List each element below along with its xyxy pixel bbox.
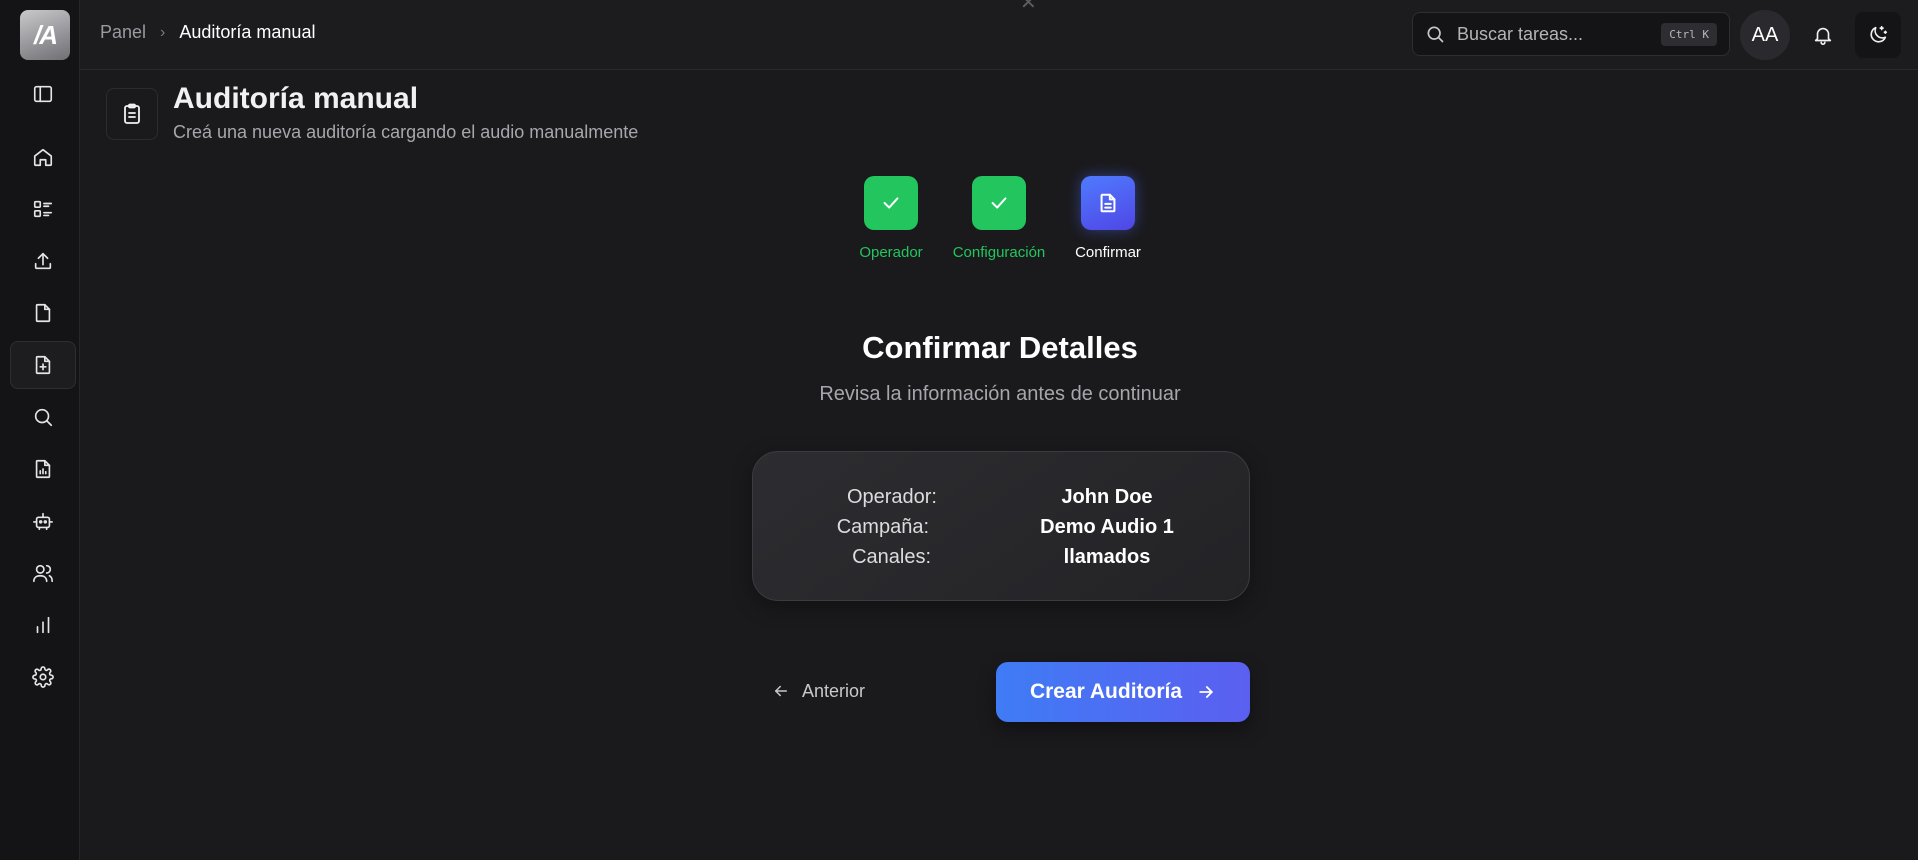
page-title: Auditoría manual: [173, 82, 419, 115]
users-icon: [33, 564, 53, 583]
breadcrumb: Panel › Auditoría manual: [100, 22, 315, 43]
file-icon: [35, 303, 51, 323]
step-label: Configuración: [952, 244, 1046, 261]
confirm-title: Confirmar Detalles: [862, 330, 1138, 365]
breadcrumb-link-panel[interactable]: Panel: [100, 22, 146, 43]
sidebar-item-settings[interactable]: [10, 653, 76, 701]
detail-row-operador: Operador: John Doe: [753, 486, 1251, 516]
previous-button[interactable]: Anterior: [772, 668, 865, 714]
detail-row-campana: Campaña: Demo Audio 1: [753, 516, 1251, 546]
avatar[interactable]: AA: [1740, 10, 1790, 60]
sidebar-item-users[interactable]: [10, 549, 76, 597]
sidebar-toggle-icon: [33, 85, 53, 103]
chevron-right-icon: ›: [160, 23, 166, 41]
app-logo[interactable]: /A: [20, 10, 70, 60]
file-chart-icon: [35, 459, 51, 479]
bar-chart-icon: [36, 616, 50, 634]
sidebar-item-robot[interactable]: [10, 497, 76, 545]
close-icon[interactable]: ✕: [1020, 0, 1037, 15]
search-box[interactable]: Ctrl K: [1412, 12, 1730, 56]
check-icon: [883, 197, 899, 209]
sidebar-toggle-button[interactable]: [10, 70, 76, 118]
search-input[interactable]: [1457, 23, 1657, 45]
detail-label: Campaña:: [836, 516, 929, 538]
sidebar-item-tasks[interactable]: [10, 185, 76, 233]
upload-icon: [34, 252, 52, 270]
previous-button-label: Anterior: [802, 680, 866, 701]
confirm-subtitle: Revisa la información antes de continuar: [819, 383, 1181, 405]
notifications-button[interactable]: [1800, 12, 1846, 58]
sidebar-item-analytics[interactable]: [10, 601, 76, 649]
topbar: Panel › Auditoría manual ✕ Ctrl K: [80, 0, 1918, 70]
arrow-left-icon: [775, 685, 787, 697]
step-operador: Operador: [831, 176, 951, 261]
sidebar-item-home[interactable]: [10, 133, 76, 181]
detail-value: llamados: [1063, 546, 1151, 568]
theme-toggle-button[interactable]: [1855, 12, 1901, 58]
breadcrumb-current: Auditoría manual: [179, 22, 316, 42]
create-audit-label: Crear Auditoría: [1029, 680, 1183, 703]
detail-value: Demo Audio 1: [1040, 516, 1174, 538]
step-label: Operador: [859, 244, 923, 261]
step-current-badge: [1081, 176, 1135, 230]
create-audit-button[interactable]: Crear Auditoría: [996, 662, 1250, 722]
detail-row-canales: Canales: llamados: [753, 546, 1251, 576]
search-icon: [34, 408, 53, 427]
gear-icon: [32, 666, 54, 688]
page-subtitle: Creá una nueva auditoría cargando el aud…: [173, 122, 639, 142]
search-icon: [1427, 26, 1444, 43]
arrow-right-icon: [1199, 686, 1213, 698]
step-configuracion: Configuración: [939, 176, 1059, 261]
detail-label: Operador:: [846, 486, 937, 508]
bot-icon: [33, 512, 53, 531]
home-icon: [33, 148, 53, 167]
step-complete-badge: [864, 176, 918, 230]
detail-value: John Doe: [1061, 486, 1153, 508]
details-card: Operador: John Doe Campaña: Demo Audio 1…: [752, 451, 1250, 601]
file-text-icon: [1100, 193, 1116, 213]
detail-label: Canales:: [852, 546, 931, 568]
sidebar-item-reports[interactable]: [10, 445, 76, 493]
list-icon: [33, 200, 53, 218]
moon-stars-icon: [1870, 25, 1888, 43]
step-complete-badge: [972, 176, 1026, 230]
clipboard-icon: [106, 88, 158, 140]
search-shortcut-hint: Ctrl K: [1661, 22, 1717, 46]
bell-icon: [1814, 27, 1832, 45]
step-confirmar: Confirmar: [1048, 176, 1168, 261]
sidebar: /A: [0, 0, 80, 860]
check-icon: [991, 197, 1007, 209]
step-label: Confirmar: [1075, 244, 1141, 261]
sidebar-item-upload[interactable]: [10, 237, 76, 285]
